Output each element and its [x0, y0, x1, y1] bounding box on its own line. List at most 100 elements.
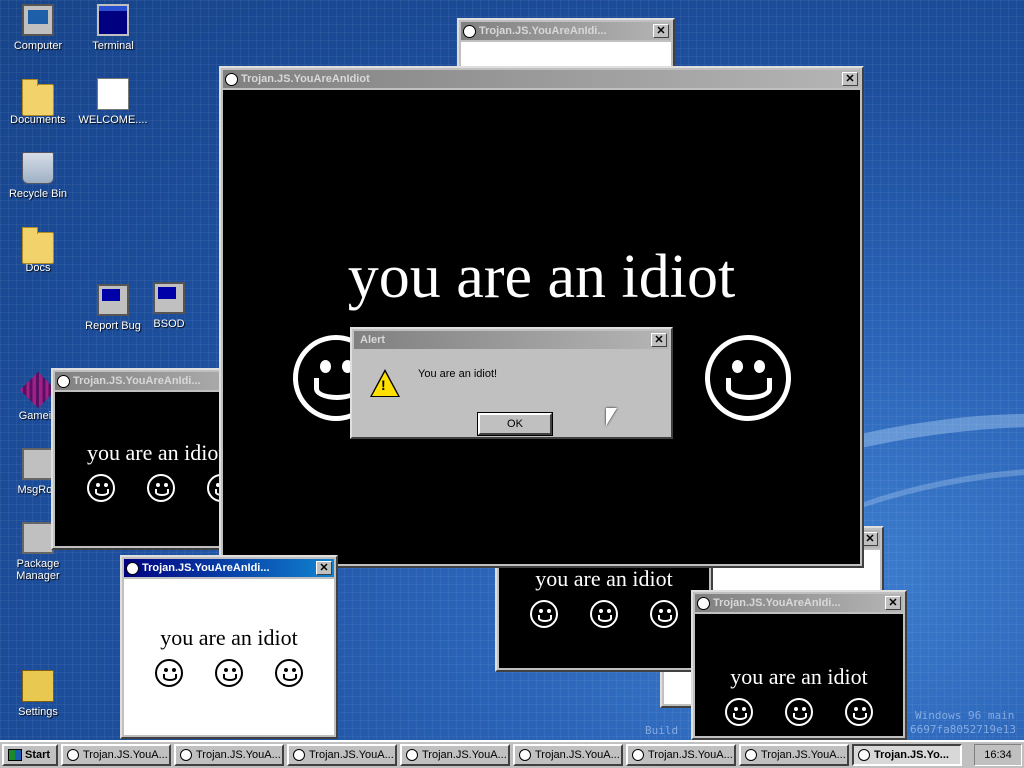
- desktop-icon-welcome[interactable]: WELCOME....: [76, 78, 150, 126]
- alert-body: ! You are an idiot! OK: [354, 351, 669, 436]
- start-logo-icon: [8, 749, 22, 761]
- smiley-icon: [858, 749, 870, 761]
- close-button[interactable]: ✕: [316, 561, 332, 575]
- smiley-icon: [745, 749, 757, 761]
- desktop-icon-terminal[interactable]: Terminal: [76, 4, 150, 52]
- taskbar-app-button[interactable]: Trojan.JS.YouA...: [174, 744, 284, 766]
- warning-exclamation: !: [381, 377, 386, 393]
- taskbar-app-button[interactable]: Trojan.JS.YouA...: [513, 744, 623, 766]
- smiley-icon: [67, 749, 79, 761]
- smiley-face-icon: [87, 474, 115, 502]
- smiley-icon: [57, 374, 70, 388]
- smiley-face-icon: [530, 600, 558, 628]
- idiot-message: you are an idiot: [347, 243, 736, 311]
- taskbar-app-button[interactable]: Trojan.JS.YouA...: [61, 744, 171, 766]
- build-label: Build: [645, 724, 679, 737]
- smiley-row: [499, 600, 709, 628]
- icon-label: Terminal: [92, 40, 134, 52]
- taskbar-app-button[interactable]: Trojan.JS.YouA...: [626, 744, 736, 766]
- icon-label: Recycle Bin: [8, 188, 68, 200]
- computer-icon: [97, 284, 129, 316]
- idiot-message: you are an idiot: [535, 566, 673, 591]
- smiley-row: [695, 698, 903, 726]
- window-content: you are an idiot: [695, 614, 903, 736]
- smiley-row: [124, 659, 334, 687]
- watermark-line: 6697fa8052719e13: [910, 723, 1016, 736]
- idiot-window-main[interactable]: Trojan.JS.YouAreAnIdiot ✕ you are an idi…: [219, 66, 864, 568]
- desktop-icon-settings[interactable]: Settings: [1, 670, 75, 718]
- taskbar-app-label: Trojan.JS.YouA...: [309, 749, 394, 761]
- desktop-icon-recycle-bin[interactable]: Recycle Bin: [1, 152, 75, 200]
- window-titlebar[interactable]: Trojan.JS.YouAreAnIdiot ✕: [223, 70, 860, 88]
- folder-icon: [22, 227, 54, 264]
- window-title: Trojan.JS.YouAreAnIdi...: [713, 597, 841, 609]
- taskbar-app-label: Trojan.JS.Yo...: [874, 749, 949, 761]
- start-button[interactable]: Start: [2, 744, 58, 766]
- taskbar-app-button-active[interactable]: Trojan.JS.Yo...: [852, 744, 962, 766]
- idiot-message: you are an idiot: [160, 625, 298, 650]
- alert-title: Alert: [360, 334, 386, 346]
- window-title: Trojan.JS.YouAreAnIdiot: [241, 73, 370, 85]
- desktop-icon-documents[interactable]: Documents: [1, 78, 75, 126]
- computer-icon: [22, 4, 54, 36]
- taskbar-clock: 16:34: [974, 744, 1022, 766]
- terminal-icon: [97, 4, 129, 36]
- idiot-window[interactable]: Trojan.JS.YouAreAnIdi... ✕ you are an id…: [120, 555, 338, 739]
- smiley-face-icon: [725, 698, 753, 726]
- watermark-line: Windows 96 main: [915, 709, 1015, 722]
- alert-titlebar[interactable]: Alert ✕: [354, 331, 669, 349]
- computer-icon: [153, 282, 185, 314]
- smiley-icon: [463, 24, 476, 38]
- smiley-icon: [697, 596, 710, 610]
- message-icon: [22, 448, 54, 480]
- desktop-icon-bsod[interactable]: BSOD: [132, 282, 206, 330]
- smiley-icon: [225, 72, 238, 86]
- window-titlebar[interactable]: Trojan.JS.YouAreAnIdi... ✕: [461, 22, 671, 40]
- taskbar-app-label: Trojan.JS.YouA...: [422, 749, 507, 761]
- window-content: you are an idiot: [124, 579, 334, 735]
- package-icon: [22, 522, 54, 554]
- icon-label: Settings: [18, 706, 58, 718]
- close-button[interactable]: ✕: [885, 596, 901, 610]
- close-button[interactable]: ✕: [862, 532, 878, 546]
- close-button[interactable]: ✕: [653, 24, 669, 38]
- taskbar-app-label: Trojan.JS.YouA...: [761, 749, 846, 761]
- window-titlebar[interactable]: Trojan.JS.YouAreAnIdi... ✕: [695, 594, 903, 612]
- taskbar-app-label: Trojan.JS.YouA...: [83, 749, 168, 761]
- idiot-message: you are an idiot: [730, 664, 868, 689]
- taskbar-app-label: Trojan.JS.YouA...: [196, 749, 281, 761]
- taskbar-app-button[interactable]: Trojan.JS.YouA...: [400, 744, 510, 766]
- smiley-face-icon: [215, 659, 243, 687]
- ok-button[interactable]: OK: [477, 412, 553, 436]
- close-button[interactable]: ✕: [651, 333, 667, 347]
- desktop-icon-computer[interactable]: Computer: [1, 4, 75, 52]
- window-title: Trojan.JS.YouAreAnIdi...: [142, 562, 270, 574]
- icon-label: Computer: [13, 40, 63, 52]
- settings-icon: [22, 670, 54, 702]
- icon-label: BSOD: [153, 318, 185, 330]
- window-title: Trojan.JS.YouAreAnIdi...: [479, 25, 607, 37]
- taskbar-app-label: Trojan.JS.YouA...: [535, 749, 620, 761]
- smiley-face-icon: [155, 659, 183, 687]
- desktop-icon-docs[interactable]: Docs: [1, 226, 75, 274]
- smiley-icon: [519, 749, 531, 761]
- smiley-face-icon: [275, 659, 303, 687]
- window-titlebar[interactable]: Trojan.JS.YouAreAnIdi... ✕: [124, 559, 334, 577]
- taskbar-app-button[interactable]: Trojan.JS.YouA...: [287, 744, 397, 766]
- document-icon: [97, 78, 129, 110]
- taskbar-app-button[interactable]: Trojan.JS.YouA...: [739, 744, 849, 766]
- smiley-icon: [126, 561, 139, 575]
- idiot-window[interactable]: Trojan.JS.YouAreAnIdi... ✕ you are an id…: [691, 590, 907, 740]
- mouse-cursor-icon: [606, 408, 617, 426]
- taskbar-app-label: Trojan.JS.YouA...: [648, 749, 733, 761]
- smiley-face-icon: [845, 698, 873, 726]
- smiley-face-icon: [650, 600, 678, 628]
- taskbar: Start Trojan.JS.YouA... Trojan.JS.YouA..…: [0, 740, 1024, 768]
- alert-dialog[interactable]: Alert ✕ ! You are an idiot! OK: [350, 327, 673, 439]
- smiley-face-icon: [147, 474, 175, 502]
- start-label: Start: [25, 749, 51, 761]
- close-button[interactable]: ✕: [842, 72, 858, 86]
- smiley-face-icon: [785, 698, 813, 726]
- smiley-icon: [406, 749, 418, 761]
- alert-message: You are an idiot!: [418, 368, 498, 380]
